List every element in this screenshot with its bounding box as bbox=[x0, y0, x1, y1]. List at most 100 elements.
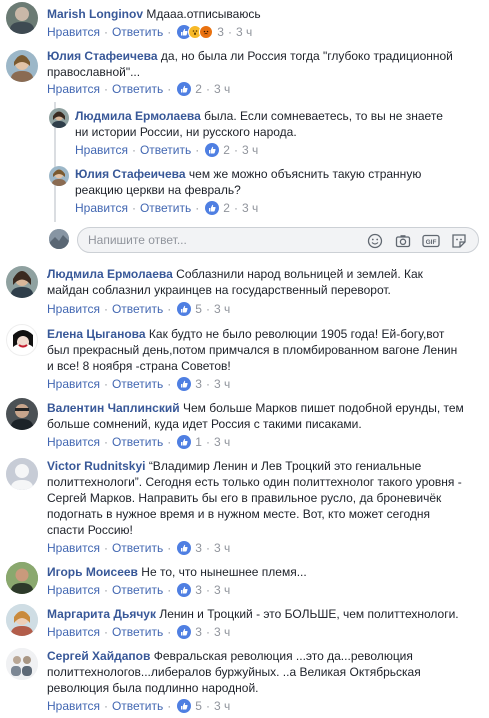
reaction-summary[interactable]: 5 bbox=[177, 301, 202, 317]
reply-button[interactable]: Ответить bbox=[112, 698, 163, 714]
reaction-count: 3 bbox=[195, 583, 202, 597]
comment-text-line: подогнать в нужное время и в нужном мест… bbox=[47, 507, 430, 521]
comment-body: Юлия Стафеичева чем же можно объяснить т… bbox=[75, 166, 480, 198]
reply-button[interactable]: Ответить bbox=[112, 24, 163, 40]
avatar[interactable] bbox=[6, 458, 38, 490]
reaction-summary[interactable]: 2 bbox=[177, 81, 202, 97]
avatar[interactable] bbox=[49, 108, 69, 128]
comment-body: Сергей Хайдапов Февральская революция ..… bbox=[47, 648, 477, 696]
comment-text: Ленин и Троцкий - это БОЛЬШЕ, чем политт… bbox=[159, 607, 459, 621]
comment-text: Не то, что нынешнее племя... bbox=[141, 565, 307, 579]
comment-time[interactable]: 3 ч bbox=[214, 540, 230, 556]
avatar[interactable] bbox=[6, 324, 38, 356]
comment-time[interactable]: 3 ч bbox=[214, 434, 230, 450]
avatar[interactable] bbox=[6, 2, 38, 34]
smiley-icon[interactable] bbox=[366, 232, 384, 250]
reaction-summary[interactable]: 3 bbox=[177, 540, 202, 556]
reaction-summary[interactable]: 3 bbox=[177, 624, 202, 640]
comment-author[interactable]: Людмила Ермолаева bbox=[47, 267, 173, 281]
comment-actions: Нравится · Ответить · 5 · 3 ч bbox=[47, 698, 231, 714]
like-button[interactable]: Нравится bbox=[47, 301, 100, 317]
like-button[interactable]: Нравится bbox=[75, 200, 128, 216]
gif-icon[interactable]: GIF bbox=[422, 232, 440, 250]
reply-button[interactable]: Ответить bbox=[112, 301, 163, 317]
reaction-summary[interactable]: 2 bbox=[205, 142, 230, 158]
comment-text-line: майдан соблазнил украинцев на государств… bbox=[47, 283, 391, 297]
reply-button[interactable]: Ответить bbox=[112, 376, 163, 392]
reaction-count: 3 bbox=[217, 25, 224, 39]
comment-time[interactable]: 3 ч bbox=[242, 142, 258, 158]
comment-text: Чем больше Марков пишет подобной ерунды,… bbox=[182, 401, 464, 415]
comment-body: Игорь Моисеев Не то, что нынешнее племя.… bbox=[47, 564, 477, 580]
comment-author[interactable]: Victor Rudnitskyi bbox=[47, 459, 145, 473]
comment-time[interactable]: 3 ч bbox=[214, 376, 230, 392]
reaction-summary[interactable]: 1 bbox=[177, 434, 202, 450]
reaction-summary[interactable]: 3 bbox=[177, 582, 202, 598]
comment-author[interactable]: Игорь Моисеев bbox=[47, 565, 138, 579]
comment-text: “Владимир Ленин и Лев Троцкий это гениал… bbox=[148, 459, 422, 473]
reply-button[interactable]: Ответить bbox=[112, 582, 163, 598]
reply-placeholder: Напишите ответ... bbox=[88, 233, 187, 247]
like-icon bbox=[177, 435, 192, 449]
comment-author[interactable]: Людмила Ермолаева bbox=[75, 109, 201, 123]
comment-time[interactable]: 3 ч bbox=[214, 698, 230, 714]
avatar[interactable] bbox=[6, 50, 38, 82]
comment-body: Marish Longinov Мдааа.отписываюсь bbox=[47, 6, 477, 22]
comment-text-line: политтехнологов...либералов буржуйных. .… bbox=[47, 665, 421, 679]
comment-time[interactable]: 3 ч bbox=[236, 24, 252, 40]
reply-button[interactable]: Ответить bbox=[140, 200, 191, 216]
like-icon bbox=[177, 699, 192, 713]
comment-time[interactable]: 3 ч bbox=[214, 624, 230, 640]
reply-button[interactable]: Ответить bbox=[112, 434, 163, 450]
reply-input[interactable]: Напишите ответ... GIF bbox=[77, 227, 479, 253]
comment-time[interactable]: 3 ч bbox=[242, 200, 258, 216]
avatar[interactable] bbox=[6, 266, 38, 298]
comment-author[interactable]: Маргарита Дьячук bbox=[47, 607, 156, 621]
comment-author[interactable]: Сергей Хайдапов bbox=[47, 649, 150, 663]
comment-author[interactable]: Marish Longinov bbox=[47, 7, 143, 21]
comment-text-line: православной"... bbox=[47, 65, 141, 79]
like-button[interactable]: Нравится bbox=[47, 624, 100, 640]
like-button[interactable]: Нравится bbox=[47, 24, 100, 40]
like-button[interactable]: Нравится bbox=[47, 434, 100, 450]
avatar[interactable] bbox=[6, 562, 38, 594]
comment-author[interactable]: Юлия Стафеичева bbox=[75, 167, 186, 181]
comment-time[interactable]: 3 ч bbox=[214, 582, 230, 598]
comment-text-line: революция была подлинно народной. bbox=[47, 681, 259, 695]
like-button[interactable]: Нравится bbox=[47, 582, 100, 598]
avatar[interactable] bbox=[6, 398, 38, 430]
comment-text-line: и все! 8 ноября -страна Советов! bbox=[47, 359, 231, 373]
comment: Victor Rudnitskyi “Владимир Ленин и Лев … bbox=[0, 452, 489, 558]
like-button[interactable]: Нравится bbox=[47, 698, 100, 714]
camera-icon[interactable] bbox=[394, 232, 412, 250]
comment-text-line: ни истории России, ни русского народа. bbox=[75, 125, 297, 139]
reply-button[interactable]: Ответить bbox=[112, 624, 163, 640]
reply-button[interactable]: Ответить bbox=[140, 142, 191, 158]
like-button[interactable]: Нравится bbox=[47, 540, 100, 556]
reaction-summary[interactable]: 2 bbox=[205, 200, 230, 216]
reaction-summary[interactable]: 5 bbox=[177, 698, 202, 714]
like-button[interactable]: Нравится bbox=[75, 142, 128, 158]
reaction-summary[interactable]: 3 bbox=[177, 376, 202, 392]
comment: Валентин Чаплинский Чем больше Марков пи… bbox=[0, 394, 489, 452]
avatar[interactable] bbox=[6, 604, 38, 636]
comment-time[interactable]: 3 ч bbox=[214, 301, 230, 317]
reaction-summary[interactable]: 3 bbox=[177, 24, 224, 40]
sticker-icon[interactable] bbox=[450, 232, 468, 250]
comment-text-line: спасти Россию! bbox=[47, 523, 133, 537]
comment-author[interactable]: Юлия Стафеичева bbox=[47, 49, 158, 63]
like-icon bbox=[177, 302, 192, 316]
comment-text: да, но была ли Россия тогда "глубоко тра… bbox=[160, 49, 453, 63]
avatar[interactable] bbox=[49, 166, 69, 186]
comment-body: Людмила Ермолаева Соблазнили народ вольн… bbox=[47, 266, 477, 298]
comment-text: Как будто не было революции 1905 года! Е… bbox=[148, 327, 445, 341]
like-button[interactable]: Нравится bbox=[47, 376, 100, 392]
like-button[interactable]: Нравится bbox=[47, 81, 100, 97]
reply-button[interactable]: Ответить bbox=[112, 540, 163, 556]
reaction-count: 2 bbox=[223, 143, 230, 157]
comment-author[interactable]: Елена Цыганова bbox=[47, 327, 146, 341]
avatar[interactable] bbox=[6, 648, 38, 680]
comment-author[interactable]: Валентин Чаплинский bbox=[47, 401, 180, 415]
comment-time[interactable]: 3 ч bbox=[214, 81, 230, 97]
reply-button[interactable]: Ответить bbox=[112, 81, 163, 97]
